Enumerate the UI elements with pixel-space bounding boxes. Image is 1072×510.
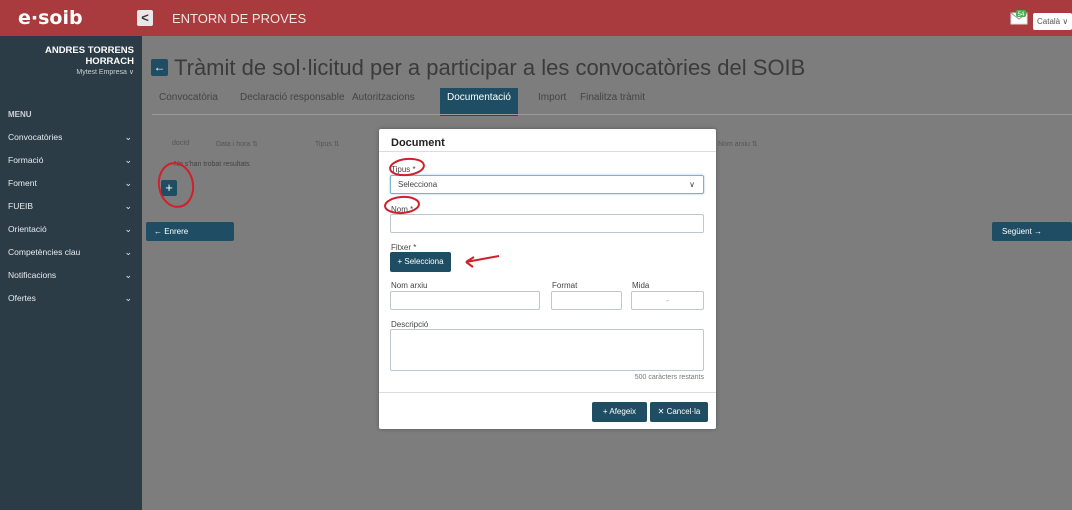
- col-docid[interactable]: docId: [172, 140, 189, 147]
- tab-convocatoria[interactable]: Convocatòria: [159, 88, 218, 116]
- col-nom-arxiu[interactable]: Nom arxiu ⇅: [718, 140, 758, 148]
- next-button[interactable]: Següent →: [992, 222, 1072, 241]
- col-data-hora[interactable]: Data i hora ⇅: [216, 140, 258, 148]
- modal-footer-divider: [379, 392, 716, 393]
- add-button[interactable]: + Afegeix: [592, 402, 647, 422]
- environment-label: ENTORN DE PROVES: [172, 11, 307, 26]
- chevron-down-icon: ⌄: [124, 293, 132, 303]
- sidebar-item-orientacio[interactable]: Orientació ⌄: [8, 221, 132, 237]
- sidebar-item-convocatories[interactable]: Convocatòries ⌄: [8, 129, 132, 145]
- top-bar: e·soib < ENTORN DE PROVES 54 Català ∨: [0, 0, 1072, 36]
- sidebar-item-ofertes[interactable]: Ofertes ⌄: [8, 290, 132, 306]
- nom-arxiu-field: [390, 291, 540, 310]
- empty-table-message: No s'han trobat resultats: [174, 161, 250, 168]
- modal-divider: [379, 151, 716, 152]
- char-counter: 500 caràcters restants: [634, 374, 704, 381]
- format-label: Format: [552, 281, 578, 290]
- descripcio-textarea[interactable]: [390, 329, 704, 371]
- tab-finalitza[interactable]: Finalitza tràmit: [580, 88, 645, 116]
- nom-input[interactable]: [390, 214, 704, 233]
- collapse-sidebar-button[interactable]: <: [137, 10, 153, 26]
- chevron-down-icon: ⌄: [124, 178, 132, 188]
- company-select[interactable]: Mytest Empresa ∨: [76, 68, 134, 76]
- mida-label: Mida: [632, 281, 650, 290]
- chevron-down-icon: ⌄: [124, 155, 132, 165]
- nom-arxiu-label: Nom arxiu: [391, 281, 428, 290]
- sidebar-item-competencies[interactable]: Competències clau ⌄: [8, 244, 132, 260]
- col-tipus[interactable]: Tipus ⇅: [315, 140, 340, 148]
- format-field: [551, 291, 622, 310]
- tab-underline: [152, 114, 1072, 115]
- chevron-down-icon: ∨: [689, 180, 695, 189]
- chevron-down-icon: ⌄: [124, 201, 132, 211]
- messages-badge: 54: [1018, 12, 1025, 18]
- tab-declaracio[interactable]: Declaració responsable: [240, 88, 345, 116]
- fitxer-label: Fitxer *: [391, 243, 417, 252]
- prev-button[interactable]: ← Enrere: [146, 222, 234, 241]
- page-title: Tràmit de sol·licitud per a participar a…: [174, 55, 806, 80]
- sidebar-item-fueib[interactable]: FUEIB ⌄: [8, 198, 132, 214]
- chevron-down-icon: ⌄: [124, 224, 132, 234]
- menu-title: MENU: [8, 110, 32, 119]
- back-icon[interactable]: ←: [151, 59, 168, 76]
- descripcio-label: Descripció: [391, 320, 429, 329]
- sidebar-item-formacio[interactable]: Formació ⌄: [8, 152, 132, 168]
- chevron-down-icon: ⌄: [124, 132, 132, 142]
- select-file-button[interactable]: + Selecciona: [390, 252, 451, 272]
- chevron-down-icon: ⌄: [124, 270, 132, 280]
- document-modal: Document: [379, 129, 716, 429]
- sidebar-item-foment[interactable]: Foment ⌄: [8, 175, 132, 191]
- add-document-button[interactable]: +: [161, 180, 177, 196]
- tipus-label: Tipus *: [391, 165, 416, 174]
- chevron-down-icon: ⌄: [124, 247, 132, 257]
- sidebar-item-notificacions[interactable]: Notificacions ⌄: [8, 267, 132, 283]
- messages-icon[interactable]: 54: [1010, 10, 1028, 25]
- tab-autoritzacions[interactable]: Autoritzacions: [352, 88, 415, 116]
- tab-import[interactable]: Import: [538, 88, 566, 116]
- modal-title: Document: [391, 137, 445, 149]
- mida-field: -: [631, 291, 704, 310]
- tipus-select[interactable]: Selecciona ∨: [390, 175, 704, 194]
- language-select[interactable]: Català ∨: [1033, 13, 1072, 30]
- nom-label: Nom *: [391, 205, 414, 214]
- user-name: ANDRES TORRENS HORRACH: [44, 45, 134, 67]
- sidebar: ANDRES TORRENS HORRACH Mytest Empresa ∨ …: [0, 36, 142, 510]
- tab-documentacio[interactable]: Documentació: [440, 88, 518, 116]
- cancel-button[interactable]: ✕ Cancel·la: [650, 402, 708, 422]
- app-logo[interactable]: e·soib: [18, 7, 83, 29]
